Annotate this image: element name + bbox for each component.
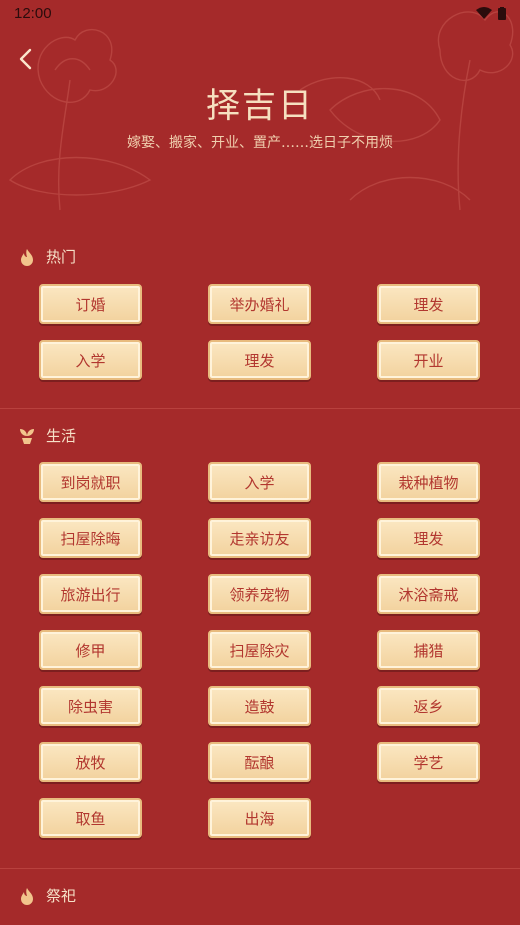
option-button[interactable]: 捕猎 (377, 630, 480, 670)
page-title: 择吉日 (206, 86, 314, 126)
option-button[interactable]: 扫屋除灾 (208, 630, 311, 670)
hot-grid: 订婚 举办婚礼 理发 入学 理发 开业 (39, 284, 481, 380)
option-button[interactable]: 订婚 (39, 284, 142, 324)
option-button[interactable]: 到岗就职 (39, 462, 142, 502)
option-button[interactable]: 除虫害 (39, 686, 142, 726)
back-button[interactable] (12, 44, 38, 74)
option-button[interactable]: 学艺 (377, 742, 480, 782)
life-grid: 到岗就职 入学 栽种植物 扫屋除晦 走亲访友 理发 旅游出行 领养宠物 沐浴斋戒… (39, 462, 481, 838)
sprout-icon (18, 427, 36, 445)
wifi-icon (476, 6, 492, 19)
section-header-worship: 祭祀 (18, 885, 76, 906)
option-button[interactable]: 造鼓 (208, 686, 311, 726)
option-button[interactable]: 入学 (208, 462, 311, 502)
section-header-life: 生活 (18, 425, 76, 446)
option-button[interactable]: 修甲 (39, 630, 142, 670)
option-button[interactable]: 返乡 (377, 686, 480, 726)
section-divider (0, 868, 520, 869)
flame-icon (18, 248, 36, 266)
section-title: 热门 (46, 248, 77, 266)
section-divider (0, 408, 520, 409)
option-button[interactable]: 酝酿 (208, 742, 311, 782)
option-button[interactable]: 取鱼 (39, 798, 142, 838)
option-button[interactable]: 入学 (39, 340, 142, 380)
battery-icon (498, 6, 506, 20)
section-title: 祭祀 (46, 887, 77, 905)
option-button[interactable]: 旅游出行 (39, 574, 142, 614)
option-button[interactable]: 沐浴斋戒 (377, 574, 480, 614)
section-title: 生活 (46, 427, 77, 445)
option-button[interactable]: 走亲访友 (208, 518, 311, 558)
page-subtitle: 嫁娶、搬家、开业、置产……选日子不用烦 (127, 135, 393, 151)
option-button[interactable]: 扫屋除晦 (39, 518, 142, 558)
status-bar: 12:00 (0, 0, 520, 26)
option-button[interactable]: 出海 (208, 798, 311, 838)
option-button[interactable]: 开业 (377, 340, 480, 380)
option-button[interactable]: 栽种植物 (377, 462, 480, 502)
option-button[interactable]: 理发 (377, 284, 480, 324)
option-button[interactable]: 理发 (377, 518, 480, 558)
option-button[interactable]: 举办婚礼 (208, 284, 311, 324)
status-time: 12:00 (14, 4, 52, 22)
chevron-left-icon (19, 48, 32, 70)
flame-icon (18, 887, 36, 905)
section-header-hot: 热门 (18, 246, 76, 267)
option-button[interactable]: 领养宠物 (208, 574, 311, 614)
option-button[interactable]: 放牧 (39, 742, 142, 782)
option-button[interactable]: 理发 (208, 340, 311, 380)
